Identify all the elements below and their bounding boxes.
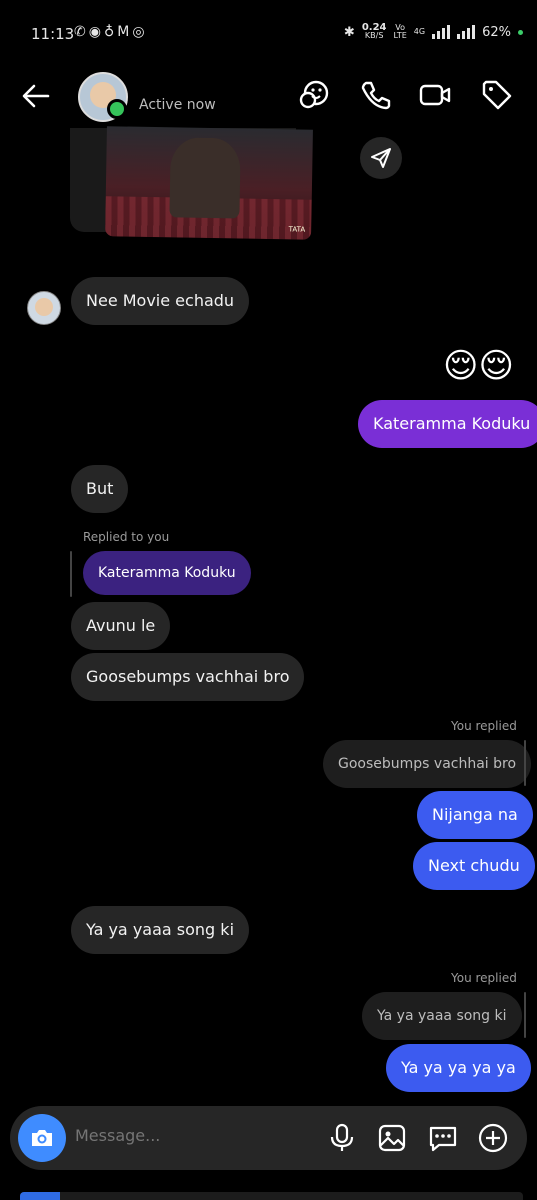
volte-indicator: Vo LTE [393, 23, 407, 40]
effects-icon[interactable] [298, 78, 332, 112]
back-arrow-icon[interactable] [18, 78, 54, 114]
tag-icon[interactable] [480, 78, 514, 112]
battery-text: 62% [482, 24, 511, 40]
message-received[interactable]: Nee Movie echadu [71, 277, 250, 325]
message-sent[interactable]: Next chudu [413, 842, 535, 890]
bottom-keyboard-strip [20, 1192, 523, 1200]
app-notification-icon: ◎ [132, 24, 148, 40]
gmail-icon: M [117, 24, 133, 40]
whatsapp-icon: ◉ [88, 24, 104, 40]
reply-indicator-bar [524, 992, 526, 1038]
reply-quote[interactable]: Goosebumps vachhai bro [323, 740, 532, 788]
notification-icons: ✆◉♁M◎ [74, 24, 148, 40]
message-received[interactable]: But [71, 465, 129, 513]
message-received[interactable]: Ya ya yaaa song ki [71, 906, 250, 954]
signal-2-icon [457, 25, 476, 39]
message-sent[interactable]: Ya ya ya ya ya [386, 1044, 531, 1092]
status-right: ✱ 0.24 KB/S Vo LTE 4G 62% [343, 22, 523, 40]
send-icon [371, 148, 391, 168]
reply-quote[interactable]: Ya ya yaaa song ki [362, 992, 522, 1040]
phone-notification-icon: ✆ [74, 24, 89, 40]
microphone-icon[interactable] [326, 1122, 358, 1154]
message-received[interactable]: Avunu le [71, 602, 171, 650]
chat-header: Active now [0, 68, 537, 128]
message-input[interactable] [75, 1126, 315, 1145]
share-button[interactable] [360, 137, 402, 179]
gallery-icon[interactable] [376, 1122, 408, 1154]
privacy-dot [518, 29, 523, 35]
message-emoji[interactable]: 😌😌 [443, 346, 514, 386]
message-sent[interactable]: Nijanga na [417, 791, 533, 839]
camera-icon [32, 1130, 52, 1146]
shared-video-thumbnail[interactable]: TATA [105, 126, 313, 240]
reply-indicator-bar [70, 551, 72, 597]
voice-call-icon[interactable] [358, 78, 392, 112]
sender-avatar[interactable] [27, 291, 61, 325]
message-received[interactable]: Goosebumps vachhai bro [71, 653, 305, 701]
replied-to-you-label: Replied to you [83, 530, 170, 544]
camera-button[interactable] [18, 1114, 66, 1162]
sticker-icon[interactable] [427, 1122, 459, 1154]
signal-1-icon [432, 25, 451, 39]
you-replied-label: You replied [451, 719, 517, 733]
snapchat-icon: ♁ [103, 24, 118, 40]
video-call-icon[interactable] [418, 78, 452, 112]
status-bar: 11:13 ✆◉♁M◎ ✱ 0.24 KB/S Vo LTE 4G 62% [0, 0, 537, 68]
network-speed: 0.24 KB/S [361, 22, 387, 40]
active-status: Active now [139, 97, 216, 113]
status-time: 11:13 [31, 25, 75, 43]
online-indicator [107, 99, 127, 119]
you-replied-label: You replied [451, 971, 517, 985]
reply-quote[interactable]: Kateramma Koduku [83, 551, 251, 595]
plus-icon[interactable] [477, 1122, 509, 1154]
reply-indicator-bar [524, 740, 526, 786]
message-sent[interactable]: Kateramma Koduku [358, 400, 537, 448]
message-composer [10, 1106, 527, 1170]
bluetooth-icon: ✱ [343, 24, 355, 40]
network-type: 4G [413, 27, 426, 36]
